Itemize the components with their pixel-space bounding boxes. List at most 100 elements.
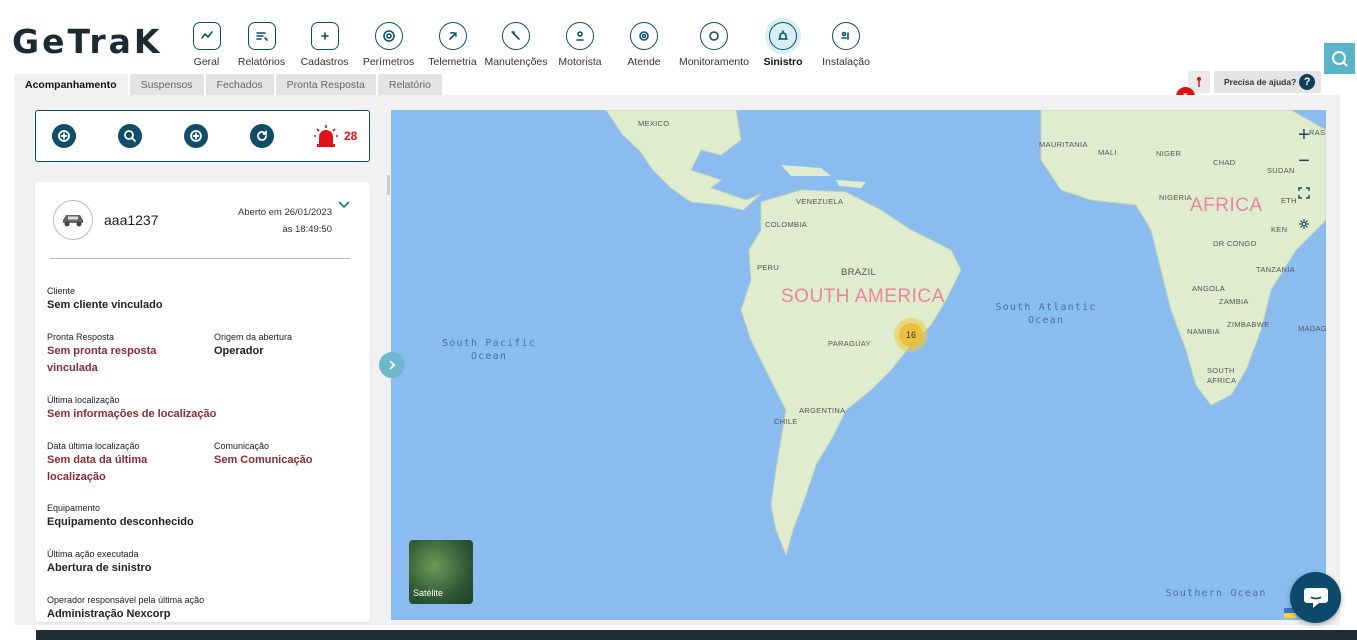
nav-item-perimetros[interactable]: Perímetros [356,18,421,68]
field-comunicacao: Comunicação Sem Comunicação [214,441,312,469]
map[interactable]: MEXICO VENEZUELA COLOMBIA PERU BRAZIL PA… [391,110,1326,620]
fullscreen-icon [1298,187,1310,199]
country-label: TANZANIA [1256,265,1295,274]
monitor-icon [700,22,728,50]
field-data-localizacao: Data última localização Sem data da últi… [47,441,187,486]
help-button[interactable]: Precisa de ajuda? ? [1214,71,1322,93]
cluster-count: 16 [899,323,923,347]
field-label: Última localização [47,395,120,405]
top-bar: GeTraK Geral Relatórios Cadastros Períme… [0,0,1357,74]
nav-item-atende[interactable]: Atende [612,18,676,68]
nav-item-sinistro[interactable]: Sinistro [752,18,814,68]
field-value: Equipamento desconhecido [47,516,194,528]
fullscreen-button[interactable] [1296,185,1312,201]
panel-resize-handle[interactable] [387,175,390,195]
field-equipamento: Equipamento Equipamento desconhecido [47,503,194,531]
refresh-icon [257,130,267,141]
search-icon [124,130,136,142]
pin-icon [1197,77,1201,87]
country-label: MADAG [1298,324,1326,333]
country-label: ARGENTINA [799,406,846,415]
vehicle-avatar [53,200,93,240]
field-value: Sem Comunicação [214,454,313,466]
vehicle-cluster-marker[interactable]: 16 [894,318,928,352]
collapse-panel-button[interactable] [379,352,405,378]
question-icon: ? [1299,74,1316,90]
country-label: KEN [1271,225,1288,234]
tab-relatorio[interactable]: Relatório [377,74,442,95]
taskbar-strip [0,630,1357,640]
tab-suspensos[interactable]: Suspensos [129,74,204,95]
incident-toolbar: 28 [35,110,370,162]
field-operador: Operador responsável pela última ação Ad… [47,595,204,622]
nav-item-motorista[interactable]: Motorista [548,18,612,68]
zoom-out-button[interactable]: − [1291,148,1317,174]
map-settings-button[interactable] [1296,216,1312,232]
gauge-icon [438,22,467,50]
country-label: CHILE [774,417,798,426]
alarm-count: 28 [344,129,358,143]
tab-bar: Acompanhamento Suspensos Fechados Pronta… [14,74,444,95]
expand-button[interactable] [338,196,350,214]
country-label: MALI [1098,148,1117,157]
field-ultima-acao: Última ação executada Abertura de sinist… [47,549,152,577]
country-label: NIGER [1156,149,1182,158]
nav-label: Cadastros [300,56,349,68]
vehicle-plate: aaa1237 [104,212,159,228]
nav-label: Motorista [558,56,602,68]
country-label: NAMIBIA [1187,327,1220,336]
add-alt-icon [190,130,202,142]
field-value: Abertura de sinistro [47,562,152,574]
nav-label: Perímetros [362,56,415,68]
country-label: SOUTH AFRICA [1207,366,1237,385]
country-label: PERU [757,263,780,272]
nav-label: Sinistro [763,56,803,68]
field-value: Operador [214,345,264,357]
continent-label: SOUTH AMERICA [781,286,945,307]
opened-time: às 18:49:50 [282,224,332,235]
tab-pronta-resposta[interactable]: Pronta Resposta [275,74,376,95]
refresh-button[interactable] [250,124,274,148]
nav-item-manutencoes[interactable]: Manutenções [484,18,548,68]
tab-acompanhamento[interactable]: Acompanhamento [14,74,128,95]
zoom-in-button[interactable]: + [1291,122,1317,148]
search-incident-button[interactable] [118,124,142,148]
nav-item-monitoramento[interactable]: Monitoramento [676,18,752,68]
country-label: ZIMBABWE [1227,320,1270,329]
field-label: Operador responsável pela última ação [47,595,205,605]
install-icon [832,22,860,50]
continent-label: AFRICA [1190,195,1263,216]
side-search-button[interactable] [1324,43,1355,74]
alarm-indicator[interactable]: 28 [314,125,357,147]
country-label: ZAMBIA [1219,297,1249,306]
field-ultima-localizacao: Última localização Sem informações de lo… [47,395,216,423]
tab-fechados[interactable]: Fechados [205,74,274,95]
add-incident-button[interactable] [52,124,76,148]
field-value: Sem cliente vinculado [47,299,163,311]
chart-icon [192,22,221,50]
ocean-label: Southern Ocean [1165,588,1267,599]
field-label: Última ação executada [47,549,139,559]
nav-item-geral[interactable]: Geral [183,18,230,68]
nav-item-cadastros[interactable]: Cadastros [293,18,356,68]
satellite-label: Satélite [413,588,444,598]
field-label: Comunicação [214,441,270,451]
nav-item-telemetria[interactable]: Telemetria [421,18,484,68]
nav-label: Manutenções [484,56,548,68]
country-label: DR CONGO [1213,239,1257,248]
satellite-toggle[interactable]: Satélite [409,540,473,604]
nav-item-relatorios[interactable]: Relatórios [230,18,293,68]
nav-label: Monitoramento [678,56,750,68]
nav-item-instalacao[interactable]: Instalação [814,18,878,68]
wrench-icon [502,22,530,50]
headset-icon [630,22,658,50]
country-label: COLOMBIA [765,220,807,229]
help-label: Precisa de ajuda? [1224,77,1297,87]
chat-button[interactable] [1290,572,1341,623]
add-alt-button[interactable] [184,124,208,148]
ocean-label: South Atlantic Ocean [995,302,1097,326]
country-label: MAURITANIA [1039,140,1088,149]
brand-logo[interactable]: GeTraK [12,22,162,61]
country-label: ETH [1281,196,1297,205]
field-label: Data última localização [47,441,140,451]
